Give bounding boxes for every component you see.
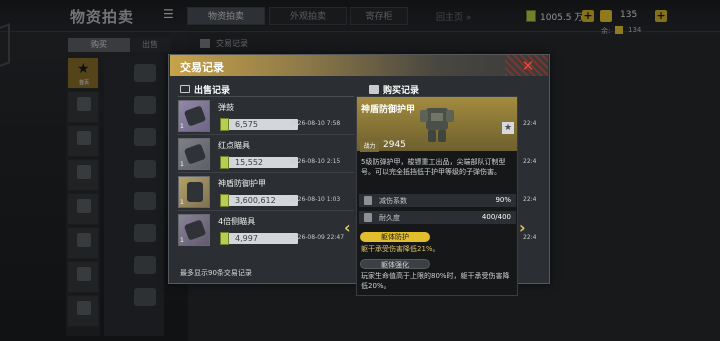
armor-vest-icon — [420, 108, 454, 142]
item-quantity: 1 — [180, 237, 184, 244]
item-quantity: 1 — [180, 199, 184, 206]
buy-trade-date: 22:4 — [523, 120, 537, 127]
money-icon — [220, 156, 229, 169]
row-divider — [178, 210, 354, 211]
item-thumbnail: 1 — [178, 100, 210, 132]
sell-record-row[interactable]: 1 神盾防御护甲 3,600,612 2026-08-10 1:03 — [178, 176, 354, 212]
durability-icon — [364, 213, 372, 222]
dialog-header — [170, 55, 548, 76]
item-thumbnail: 1 — [178, 214, 210, 246]
item-name: 红点瞄具 — [218, 141, 250, 150]
header-divider — [178, 96, 354, 97]
row-divider — [178, 134, 354, 135]
sell-record-header: 出售记录 — [194, 86, 231, 96]
trade-date: 2026-08-09 22:47 — [290, 234, 345, 241]
next-page-icon[interactable]: › — [519, 219, 529, 237]
scope-icon — [183, 219, 207, 241]
item-price: 4,997 — [235, 234, 258, 243]
item-price: 15,552 — [235, 158, 263, 167]
item-thumbnail: 1 — [178, 138, 210, 170]
stat-value: 90% — [495, 196, 511, 204]
item-price: 3,600,612 — [235, 196, 276, 205]
item-thumbnail: 1 — [178, 176, 210, 208]
item-description: 5级防弹护甲，梭镖重工出品，尖端部队订制型号。可以完全抵挡低于护甲等级的子弹伤害… — [361, 158, 506, 176]
money-icon — [220, 194, 229, 207]
drum-magazine-icon — [183, 105, 207, 127]
buy-record-icon — [369, 85, 379, 94]
perk-description: 躯干承受伤害降低21%。 — [361, 245, 440, 253]
sell-record-row[interactable]: 1 弹鼓 6,575 2026-08-10 7:58 — [178, 100, 354, 136]
buy-record-header: 购买记录 — [383, 86, 420, 96]
trade-date: 2026-08-10 7:58 — [290, 120, 341, 127]
item-price: 6,575 — [235, 120, 258, 129]
record-limit-note: 最多显示90条交易记录 — [180, 269, 252, 277]
sell-record-icon — [180, 85, 190, 93]
item-name: 神盾防御护甲 — [218, 179, 266, 188]
price-box — [220, 119, 298, 130]
power-label: 战力 — [360, 141, 379, 152]
power-value: 2945 — [383, 140, 406, 150]
red-dot-sight-icon — [183, 143, 207, 165]
perk-tag: 躯体强化 — [360, 259, 430, 269]
perk-description: 玩家生命值高于上限的80%时，躯干承受伤害降低20%。 — [361, 272, 510, 290]
trade-date: 2026-08-10 2:15 — [290, 158, 341, 165]
shield-icon — [364, 196, 372, 205]
sell-record-row[interactable]: 1 红点瞄具 15,552 2026-08-10 2:15 — [178, 138, 354, 174]
stat-row: 减伤系数 90% — [359, 194, 516, 207]
price-box — [220, 233, 298, 244]
money-icon — [220, 118, 229, 131]
buy-trade-date: 22:4 — [523, 196, 537, 203]
stat-row: 耐久度 400/400 — [359, 211, 516, 224]
favorite-star-icon[interactable]: ★ — [502, 122, 514, 134]
dialog-title: 交易记录 — [180, 61, 224, 74]
prev-page-icon[interactable]: ‹ — [344, 219, 354, 237]
close-icon[interactable]: ✕ — [520, 58, 536, 74]
stat-label: 耐久度 — [379, 214, 400, 222]
item-name: 4倍侧瞄具 — [218, 217, 256, 226]
sell-record-row[interactable]: 1 4倍侧瞄具 4,997 2026-08-09 22:47 — [178, 214, 354, 250]
tooltip-item-name: 神盾防御护甲 — [361, 105, 416, 115]
item-quantity: 1 — [180, 161, 184, 168]
row-divider — [178, 172, 354, 173]
item-name: 弹鼓 — [218, 103, 234, 112]
trade-date: 2026-08-10 1:03 — [290, 196, 341, 203]
item-quantity: 1 — [180, 123, 184, 130]
money-icon — [220, 232, 229, 245]
stat-label: 减伤系数 — [379, 197, 407, 205]
perk-tag: 躯体防护 — [360, 232, 430, 242]
armor-vest-icon — [187, 182, 203, 202]
buy-trade-date: 22:4 — [523, 158, 537, 165]
stat-value: 400/400 — [481, 213, 511, 221]
